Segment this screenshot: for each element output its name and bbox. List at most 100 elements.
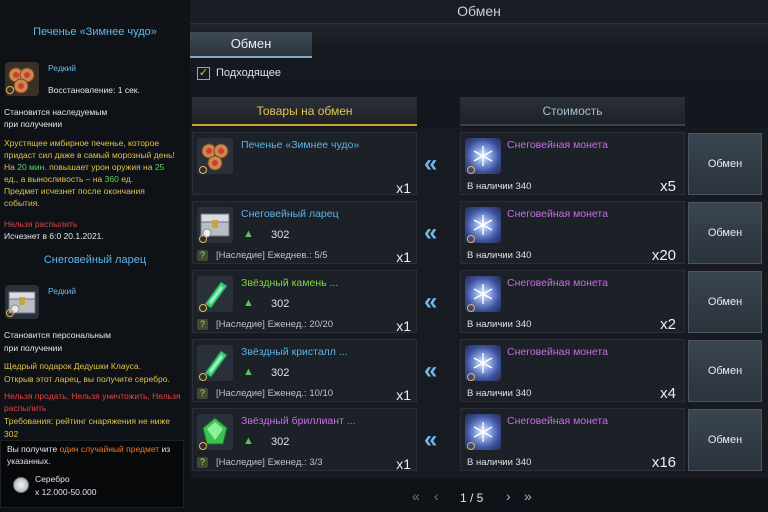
cost-name: Снеговейная монета xyxy=(507,277,608,289)
text: На xyxy=(4,162,18,172)
goods-limit: ? [Наследие] Еженед.: 10/10 xyxy=(197,388,333,399)
goods-quantity: x1 xyxy=(396,387,411,403)
cost-cell[interactable]: Снеговейная монета В наличии 340 x4 xyxy=(460,339,685,402)
timer-icon xyxy=(199,304,207,312)
cost-cell[interactable]: Снеговейная монета В наличии 340 x5 xyxy=(460,132,685,195)
goods-name: Звёздный бриллиант ... xyxy=(241,415,356,427)
tooltip2-requirement-value: 302 xyxy=(4,429,19,439)
timer-icon xyxy=(6,309,14,317)
cost-quantity: x20 xyxy=(651,247,676,264)
goods-cell[interactable]: Печенье «Зимнее чудо» x1 xyxy=(192,132,417,196)
tab-exchange[interactable]: Обмен xyxy=(190,32,312,58)
help-icon[interactable]: ? xyxy=(197,250,208,261)
goods-cell[interactable]: Звёздный кристалл ... ▲ 302? [Наследие] Еже… xyxy=(192,339,417,403)
tooltip1-effect-1: На 20 мин. повышает урон оружия на 25 xyxy=(4,161,164,174)
timer-icon xyxy=(467,373,475,381)
tooltip1-cooldown: Восстановление: 1 сек. xyxy=(48,85,140,95)
goods-limit: ? [Наследие] Еженед.: 20/20 xyxy=(197,319,333,330)
title-bar: Обмен xyxy=(190,0,768,24)
reward-text-1: Вы получите один случайный предмет из xyxy=(7,443,170,456)
tooltip2-title: Снеговейный ларец xyxy=(43,254,147,266)
tooltip2-bind-1: Становится персональным xyxy=(4,330,111,340)
window-title: Обмен xyxy=(457,3,501,19)
tooltip2-bind-2: при получении xyxy=(4,343,63,353)
tooltip1-bind-1: Становится наследуемым xyxy=(4,107,108,117)
exchange-row: Печенье «Зимнее чудо» x1 « Снеговейная моне… xyxy=(192,132,762,196)
goods-cell[interactable]: Звёздный камень ... ▲ 302? [Наследие] Ежене… xyxy=(192,270,417,334)
help-icon[interactable]: ? xyxy=(197,388,208,399)
goods-limit-text: [Наследие] Еженед.: 3/3 xyxy=(216,457,323,468)
next-page-icon[interactable]: › xyxy=(506,488,511,504)
goods-quantity: x1 xyxy=(396,318,411,334)
exchange-row: Звёздный кристалл ... ▲ 302? [Наследие] Еже… xyxy=(192,339,762,403)
cost-stock: В наличии 340 xyxy=(467,388,532,399)
goods-header: Товары на обмен xyxy=(192,97,417,126)
cost-cell[interactable]: Снеговейная монета В наличии 340 x20 xyxy=(460,201,685,264)
exchange-button[interactable]: Обмен xyxy=(688,271,762,333)
power-up-icon: ▲ xyxy=(243,435,254,447)
stamina-value: 360 xyxy=(104,174,119,184)
restriction: Нельзя xyxy=(152,391,181,401)
tooltip1-bind-2: при получении xyxy=(4,119,63,129)
suitable-checkbox[interactable]: ✓ xyxy=(197,67,210,80)
tooltip1-desc-1: Хрустящее имбирное печенье, которое xyxy=(4,138,160,148)
tooltip2-desc-2: Открыв этот ларец, вы получите серебро. xyxy=(4,374,170,384)
text: из xyxy=(159,444,171,454)
restriction: Нельзя уничтожить xyxy=(71,391,148,401)
power-up-icon: ▲ xyxy=(243,228,254,240)
exchange-row: Снеговейный ларец ▲ 302? [Наследие] Ежеднев… xyxy=(192,201,762,265)
exchange-arrow-icon: « xyxy=(424,219,438,246)
exchange-arrow-icon: « xyxy=(424,426,438,453)
text: ед. xyxy=(118,174,134,184)
cost-name: Снеговейная монета xyxy=(507,208,608,220)
goods-quantity: x1 xyxy=(396,456,411,472)
exchange-window: Обмен Обмен ✓ Подходящее Товары на обмен… xyxy=(0,0,768,512)
cost-cell[interactable]: Снеговейная монета В наличии 340 x2 xyxy=(460,270,685,333)
last-page-icon[interactable]: » xyxy=(524,488,532,504)
silver-coin-icon xyxy=(13,477,29,493)
cost-quantity: x16 xyxy=(651,454,676,471)
goods-limit: ? [Наследие] Еженед.: 3/3 xyxy=(197,457,323,468)
goods-name: Звёздный кристалл ... xyxy=(241,346,348,358)
exchange-row: Звёздный бриллиант ... ▲ 302? [Наследие] Еж… xyxy=(192,408,762,472)
exchange-button[interactable]: Обмен xyxy=(688,409,762,471)
cost-quantity: x2 xyxy=(660,316,676,333)
damage-value: 25 xyxy=(154,162,165,172)
help-icon[interactable]: ? xyxy=(197,457,208,468)
reward-highlight: один случайный предмет xyxy=(59,444,160,454)
help-icon[interactable]: ? xyxy=(197,319,208,330)
tooltip2-restrictions: Нельзя продать, Нельзя уничтожить, Нельз… xyxy=(4,391,181,401)
reward-amount: x 12.000-50.000 xyxy=(35,487,97,497)
reward-name: Серебро xyxy=(35,474,70,484)
tooltip1-expiry-date: Исчезнет в 6:0 20.1.2021. xyxy=(4,231,104,241)
goods-quantity: x1 xyxy=(396,249,411,265)
reward-box: Вы получите один случайный предмет из ук… xyxy=(0,440,184,508)
pagination: « ‹ 1 / 5 › » xyxy=(190,486,768,512)
exchange-button[interactable]: Обмен xyxy=(688,340,762,402)
text: ед., а выносливость – на xyxy=(4,174,105,184)
first-page-icon[interactable]: « xyxy=(412,488,420,504)
tooltip1-title: Печенье «Зимнее чудо» xyxy=(33,26,157,38)
goods-limit-text: [Наследие] Еженед.: 10/10 xyxy=(216,388,334,399)
tooltip1-rarity: Редкий xyxy=(48,63,77,73)
timer-icon xyxy=(199,442,207,450)
goods-limit: ? [Наследие] Ежеднев.: 5/5 xyxy=(197,250,328,261)
goods-cell[interactable]: Звёздный бриллиант ... ▲ 302? [Наследие] Еж… xyxy=(192,408,417,472)
exchange-button[interactable]: Обмен xyxy=(688,133,762,195)
timer-icon xyxy=(467,235,475,243)
exchange-arrow-icon: « xyxy=(424,150,438,177)
prev-page-icon[interactable]: ‹ xyxy=(434,488,439,504)
cost-header: Стоимость xyxy=(460,97,685,126)
text: повышает урон оружия на xyxy=(46,162,155,172)
goods-quantity: x1 xyxy=(396,180,411,196)
tooltip2-restriction-4: распылить xyxy=(4,403,47,413)
tooltip1-effect-2: ед., а выносливость – на 360 ед. xyxy=(4,173,133,186)
exchange-row: Звёздный камень ... ▲ 302? [Наследие] Ежене… xyxy=(192,270,762,334)
cost-cell[interactable]: Снеговейная монета В наличии 340 x16 xyxy=(460,408,685,471)
goods-name: Звёздный камень ... xyxy=(241,277,339,289)
goods-cell[interactable]: Снеговейный ларец ▲ 302? [Наследие] Ежеднев… xyxy=(192,201,417,265)
exchange-button[interactable]: Обмен xyxy=(688,202,762,264)
duration-value: 20 мин. xyxy=(17,162,47,172)
exchange-arrow-icon: « xyxy=(424,288,438,315)
cost-name: Снеговейная монета xyxy=(507,139,608,151)
